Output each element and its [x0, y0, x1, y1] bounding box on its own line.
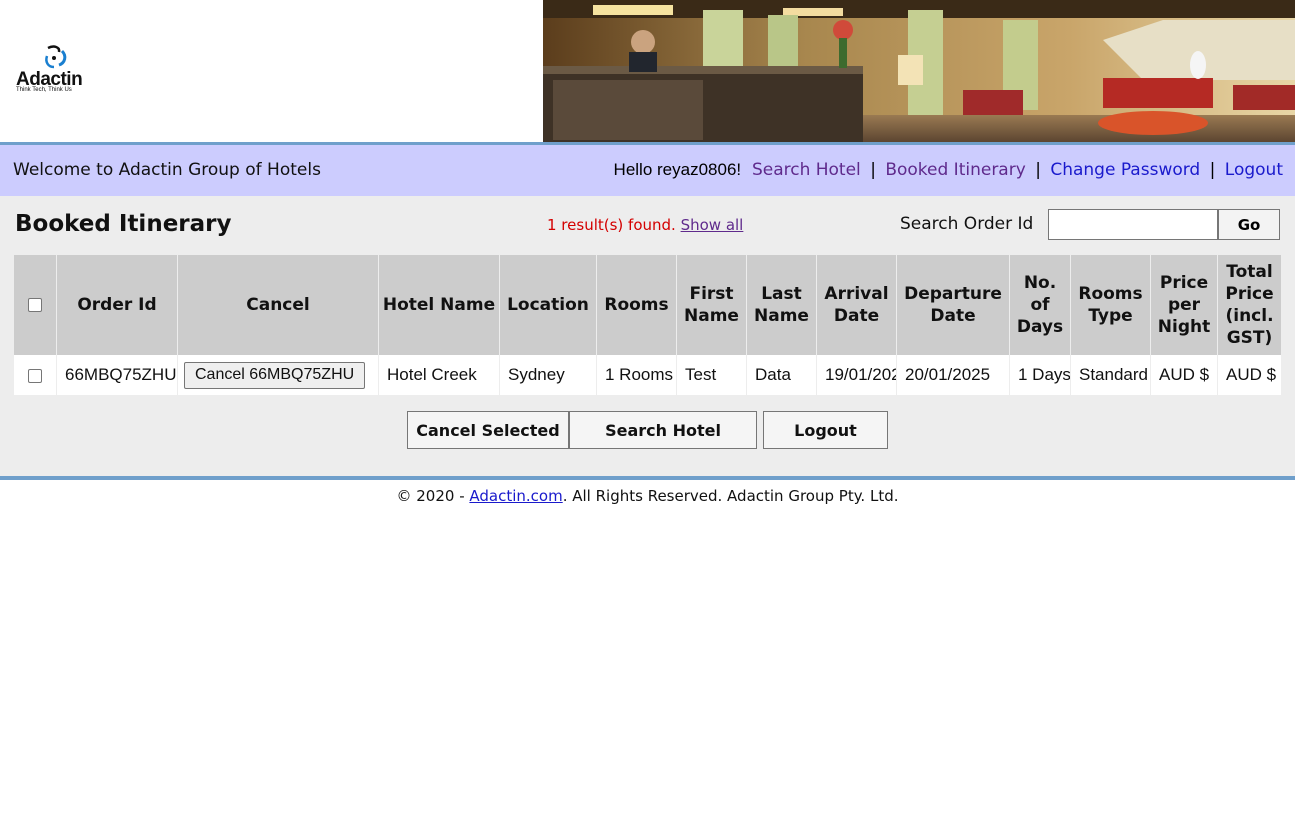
header-cancel: Cancel [178, 255, 379, 355]
search-order-label: Search Order Id [900, 214, 1034, 234]
show-all-link[interactable]: Show all [681, 216, 744, 234]
cell-price-per-night: AUD $ [1151, 355, 1218, 395]
nav-separator: | [1209, 160, 1216, 180]
logo-swirl-icon [45, 45, 67, 69]
cell-total-price: AUD $ [1218, 355, 1282, 395]
cell-location: Sydney [500, 355, 597, 395]
cell-last-name: Data [747, 355, 817, 395]
top-nav: Hello reyaz0806! Search Hotel | Booked I… [614, 160, 1283, 180]
header-rooms-type: Rooms Type [1071, 255, 1151, 355]
search-hotel-button[interactable]: Search Hotel [569, 411, 757, 449]
hotel-lobby-photo [543, 0, 1295, 143]
nav-logout-link[interactable]: Logout [1225, 160, 1283, 180]
cancel-order-button[interactable]: Cancel 66MBQ75ZHU [184, 361, 366, 389]
adactin-logo: Adactin Think Tech, Think Us [16, 45, 96, 97]
main-content: Booked Itinerary 1 result(s) found. Show… [0, 196, 1295, 476]
welcome-text: Welcome to Adactin Group of Hotels [13, 160, 321, 180]
header-first-name: First Name [677, 255, 747, 355]
footer-divider [0, 476, 1295, 480]
header-total-price: Total Price (incl. GST) [1218, 255, 1282, 355]
go-button[interactable]: Go [1218, 209, 1280, 240]
table-row: 66MBQ75ZHU Cancel 66MBQ75ZHU Hotel Creek… [14, 355, 1282, 395]
logo-tagline: Think Tech, Think Us [16, 87, 72, 93]
itinerary-table: Order Id Cancel Hotel Name Location Room… [14, 255, 1282, 395]
cell-first-name: Test [677, 355, 747, 395]
nav-change-password-link[interactable]: Change Password [1050, 160, 1200, 180]
page-header: Adactin Think Tech, Think Us [0, 0, 1295, 143]
hotel-banner-image [543, 0, 1295, 143]
footer-adactin-link[interactable]: Adactin.com [469, 487, 562, 505]
nav-separator: | [870, 160, 876, 180]
header-arrival-date: Arrival Date [817, 255, 897, 355]
footer-prefix: © 2020 - [396, 487, 470, 505]
header-last-name: Last Name [747, 255, 817, 355]
nav-separator: | [1035, 160, 1041, 180]
header-price-per-night: Price per Night [1151, 255, 1218, 355]
footer-suffix: . All Rights Reserved. Adactin Group Pty… [562, 487, 899, 505]
search-order-input[interactable] [1048, 209, 1218, 240]
cell-arrival-date: 19/01/2025 [817, 355, 897, 395]
cell-no-of-days: 1 Days [1010, 355, 1071, 395]
welcome-bar: Welcome to Adactin Group of Hotels Hello… [0, 145, 1295, 196]
header-no-of-days: No. of Days [1010, 255, 1071, 355]
nav-search-hotel-link[interactable]: Search Hotel [752, 160, 861, 180]
cell-cancel: Cancel 66MBQ75ZHU [178, 355, 379, 395]
greeting-text: Hello reyaz0806! [613, 160, 742, 179]
row-select-checkbox[interactable] [28, 368, 42, 383]
header-location: Location [500, 255, 597, 355]
cell-departure-date: 20/01/2025 [897, 355, 1010, 395]
result-count-text: 1 result(s) found. [547, 216, 676, 234]
row-select-cell [14, 355, 57, 395]
cell-hotel-name: Hotel Creek [379, 355, 500, 395]
page-title: Booked Itinerary [15, 211, 232, 237]
table-header-row: Order Id Cancel Hotel Name Location Room… [14, 255, 1282, 355]
cell-rooms: 1 Rooms [597, 355, 677, 395]
result-count: 1 result(s) found. Show all [547, 216, 743, 234]
header-rooms: Rooms [597, 255, 677, 355]
header-hotel-name: Hotel Name [379, 255, 500, 355]
page-footer: © 2020 - Adactin.com. All Rights Reserve… [0, 487, 1295, 505]
nav-booked-itinerary-link[interactable]: Booked Itinerary [885, 160, 1025, 180]
header-order-id: Order Id [57, 255, 178, 355]
cancel-selected-button[interactable]: Cancel Selected [407, 411, 569, 449]
cell-order-id: 66MBQ75ZHU [57, 355, 178, 395]
logout-button[interactable]: Logout [763, 411, 888, 449]
select-all-checkbox[interactable] [28, 298, 42, 312]
header-departure-date: Departure Date [897, 255, 1010, 355]
select-all-header [14, 255, 57, 355]
cell-rooms-type: Standard [1071, 355, 1151, 395]
